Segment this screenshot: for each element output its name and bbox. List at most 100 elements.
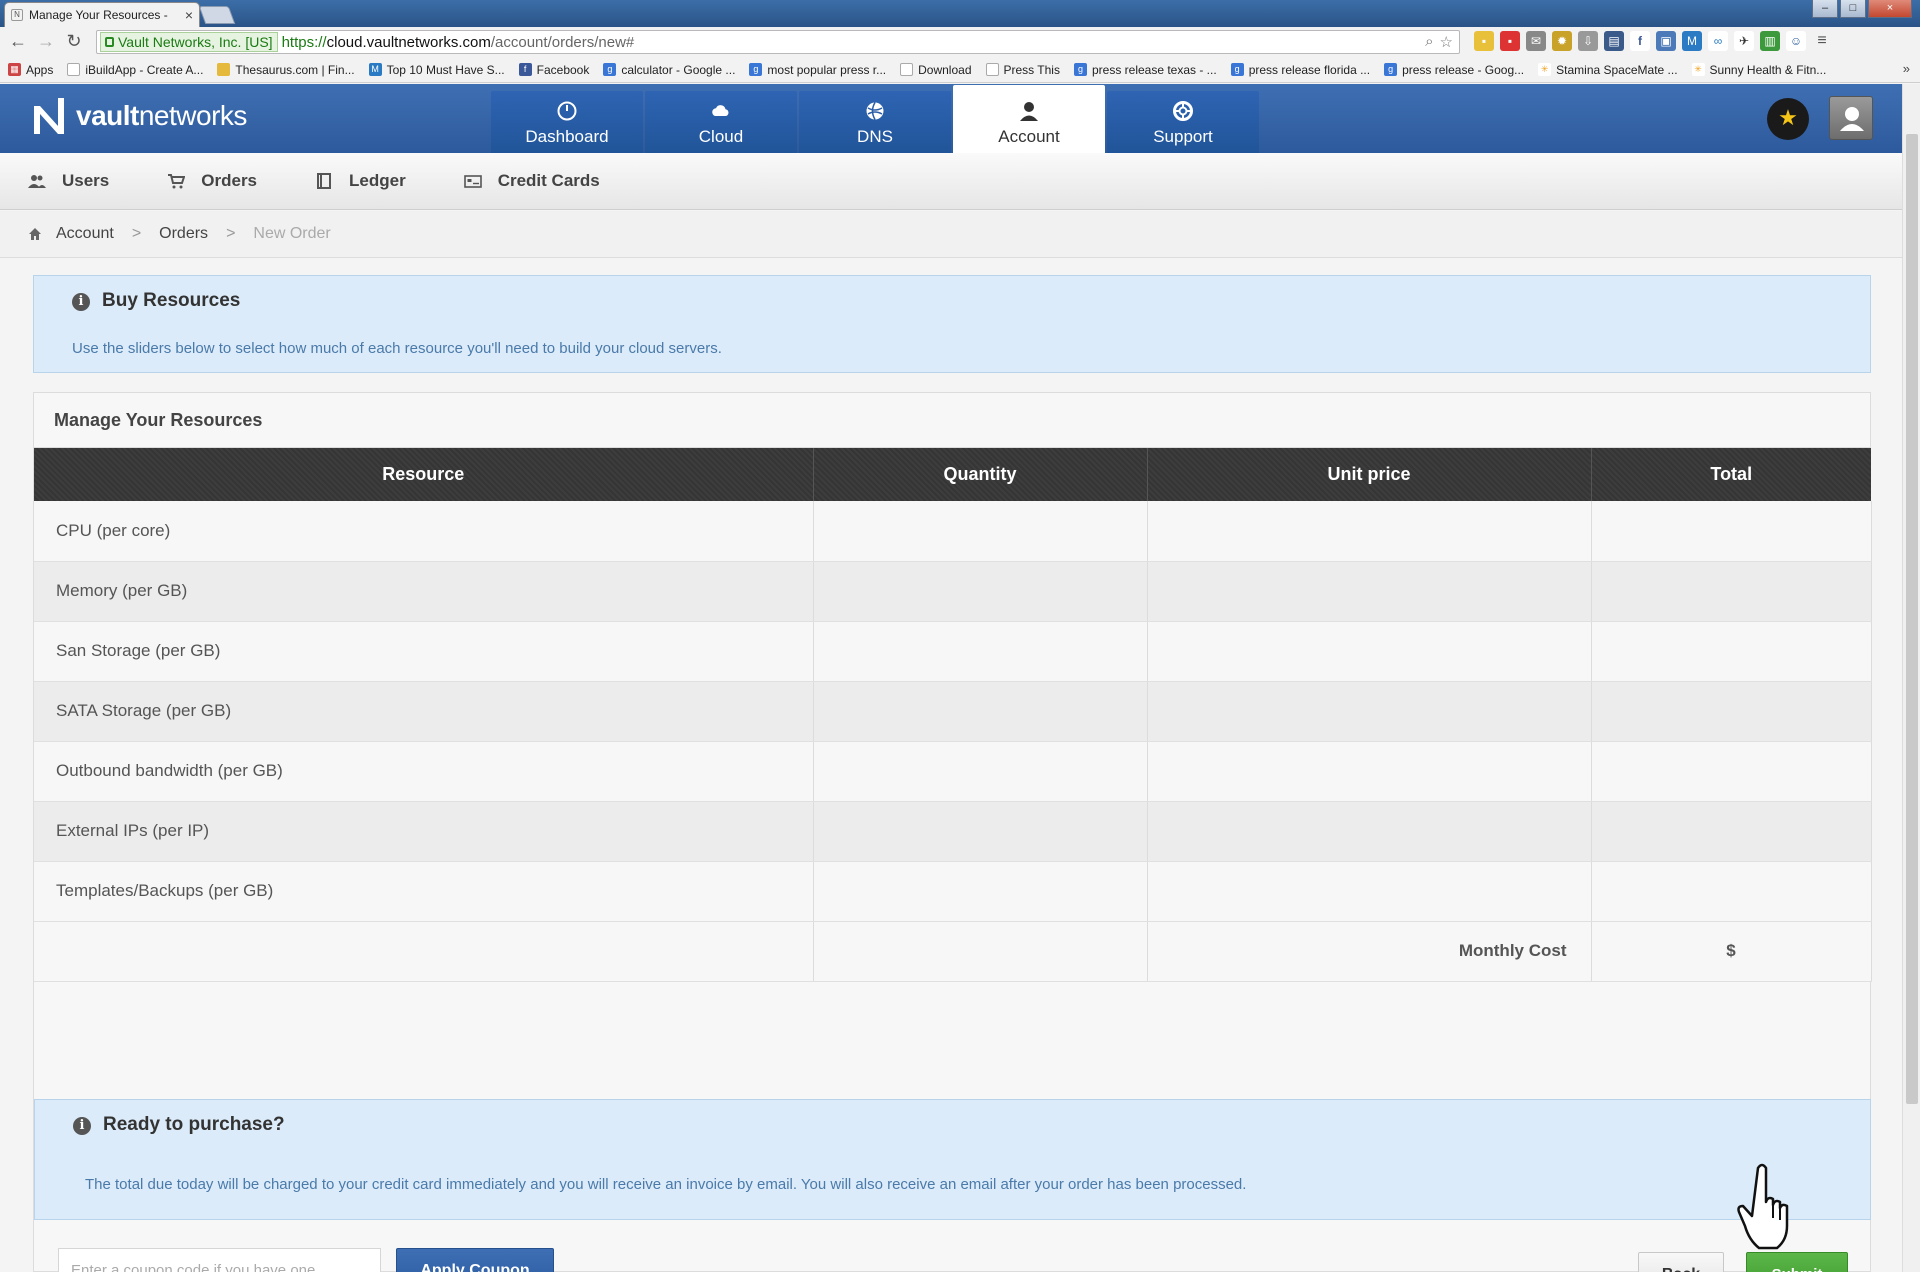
quantity-cell[interactable] [813, 801, 1148, 862]
tab-label: Support [1153, 127, 1213, 146]
bookmark-item[interactable]: iBuildApp - Create A... [67, 63, 203, 77]
new-tab-button[interactable] [198, 6, 236, 24]
extension-download-icon[interactable]: ⇩ [1578, 31, 1598, 51]
extension-bird-icon[interactable]: ✈ [1734, 31, 1754, 51]
breadcrumb-orders[interactable]: Orders [159, 225, 208, 243]
google-icon: g [749, 63, 763, 76]
back-arrow-icon[interactable]: ← [6, 30, 30, 54]
table-row: External IPs (per IP) [34, 801, 1872, 862]
bookmark-item[interactable]: M Top 10 Must Have S... [368, 63, 505, 77]
extension-gear-icon[interactable]: ✹ [1552, 31, 1572, 51]
tab-account[interactable]: Account [953, 85, 1105, 153]
breadcrumb-current: New Order [253, 225, 331, 242]
extension-chart-icon[interactable]: ▥ [1760, 31, 1780, 51]
subnav-ledger[interactable]: Ledger [315, 171, 406, 191]
resource-name: San Storage (per GB) [34, 621, 814, 682]
total-cell [1591, 801, 1872, 862]
coupon-input[interactable] [58, 1248, 381, 1272]
total-cell [1591, 501, 1872, 562]
extension-mail-icon[interactable]: ✉ [1526, 31, 1546, 51]
url-path: /account/orders/new# [490, 33, 635, 51]
bookmark-star-icon[interactable]: ☆ [1440, 33, 1453, 51]
tab-dashboard[interactable]: Dashboard [491, 91, 643, 153]
browser-tab[interactable]: N Manage Your Resources - × [4, 2, 200, 27]
bookmarks-overflow-icon[interactable]: » [1903, 61, 1910, 76]
ledger-icon [317, 173, 332, 189]
bookmark-item[interactable]: g calculator - Google ... [603, 63, 735, 77]
info-icon: i [72, 293, 90, 311]
brand-logo[interactable]: vaultnetworks [30, 94, 247, 138]
ev-certificate-badge[interactable]: Vault Networks, Inc. [US] [100, 32, 278, 52]
info-icon: i [73, 1117, 91, 1135]
quantity-cell[interactable] [813, 621, 1148, 682]
extension-facebook-icon[interactable]: f [1630, 31, 1650, 51]
resource-name: Templates/Backups (per GB) [34, 861, 814, 922]
app-header: vaultnetworks Dashboard Cloud DNS Accoun… [0, 84, 1902, 153]
tab-dns[interactable]: DNS [799, 91, 951, 153]
subnav-credit-cards[interactable]: Credit Cards [463, 171, 600, 191]
page-scrollbar[interactable] [1902, 84, 1920, 1272]
resource-name: SATA Storage (per GB) [34, 681, 814, 742]
table-row: Memory (per GB) [34, 561, 1872, 622]
quantity-cell[interactable] [813, 861, 1148, 922]
subnav-label: Ledger [349, 171, 406, 190]
bookmark-item[interactable]: Download [900, 63, 972, 77]
extension-link-icon[interactable]: ∞ [1708, 31, 1728, 51]
home-icon[interactable] [28, 227, 42, 241]
buy-resources-alert: i Buy Resources Use the sliders below to… [33, 275, 1871, 373]
extension-red-icon[interactable]: ▪ [1500, 31, 1520, 51]
scrollbar-thumb[interactable] [1906, 134, 1918, 1104]
reload-icon[interactable]: ↻ [62, 30, 86, 54]
bookmark-item[interactable]: ✳ Sunny Health & Fitn... [1691, 63, 1826, 77]
quantity-cell[interactable] [813, 501, 1148, 562]
globe-icon [866, 102, 884, 120]
favorites-star-icon[interactable]: ★ [1767, 98, 1809, 140]
close-window-icon[interactable]: × [1868, 0, 1912, 18]
tab-cloud[interactable]: Cloud [645, 91, 797, 153]
extension-window-icon[interactable]: ▤ [1604, 31, 1624, 51]
ready-to-purchase-title: Ready to purchase? [103, 1114, 285, 1135]
maximize-icon[interactable]: □ [1840, 0, 1866, 18]
extension-photo-icon[interactable]: ▣ [1656, 31, 1676, 51]
submit-button[interactable]: Submit [1746, 1252, 1848, 1272]
back-button[interactable]: Back [1638, 1252, 1724, 1272]
extension-m-icon[interactable]: M [1682, 31, 1702, 51]
lifebuoy-icon [1173, 101, 1193, 121]
apply-coupon-button[interactable]: Apply Coupon [396, 1248, 554, 1272]
apps-grid-icon: ▦ [8, 63, 21, 76]
quantity-cell[interactable] [813, 681, 1148, 742]
extension-user-icon[interactable]: ☺ [1786, 31, 1806, 51]
bookmark-item[interactable]: ✳ Stamina SpaceMate ... [1538, 63, 1678, 77]
tab-label: Cloud [698, 127, 744, 146]
menu-icon[interactable]: ≡ [1812, 31, 1832, 51]
bookmark-item[interactable]: Thesaurus.com | Fin... [217, 63, 355, 77]
minimize-icon[interactable]: – [1812, 0, 1838, 18]
tab-label: Dashboard [525, 127, 609, 146]
forward-arrow-icon[interactable]: → [34, 30, 58, 54]
bookmark-item[interactable]: g press release texas - ... [1073, 63, 1217, 77]
bookmark-apps[interactable]: ▦ Apps [8, 63, 53, 77]
tab-support[interactable]: Support [1107, 91, 1259, 153]
user-avatar[interactable] [1829, 96, 1873, 140]
quantity-cell[interactable] [813, 561, 1148, 622]
tab-close-icon[interactable]: × [185, 7, 193, 23]
hand-pointer-cursor-icon [1737, 1163, 1789, 1250]
subnav-users[interactable]: Users [28, 171, 109, 191]
google-icon: g [603, 63, 617, 76]
bookmark-item[interactable]: g press release florida ... [1230, 63, 1370, 77]
cloud-icon [712, 105, 729, 116]
address-bar[interactable]: Vault Networks, Inc. [US] https://cloud.… [96, 30, 1460, 54]
bookmark-item[interactable]: Press This [985, 63, 1060, 77]
search-icon[interactable]: ⌕ [1425, 33, 1433, 51]
quantity-cell[interactable] [813, 741, 1148, 802]
manage-resources-panel: Manage Your Resources Resource Quantity … [33, 392, 1872, 1272]
table-row: SATA Storage (per GB) [34, 681, 1872, 742]
breadcrumb-account[interactable]: Account [56, 225, 114, 243]
dashboard-icon [557, 101, 577, 121]
bookmark-item[interactable]: g press release - Goog... [1384, 63, 1524, 77]
ready-to-purchase-text: The total due today will be charged to y… [85, 1176, 1247, 1193]
bookmark-item[interactable]: g most popular press r... [749, 63, 886, 77]
bookmark-item[interactable]: f Facebook [518, 63, 589, 77]
subnav-orders[interactable]: Orders [167, 171, 257, 191]
extension-folder-icon[interactable]: ▪ [1474, 31, 1494, 51]
